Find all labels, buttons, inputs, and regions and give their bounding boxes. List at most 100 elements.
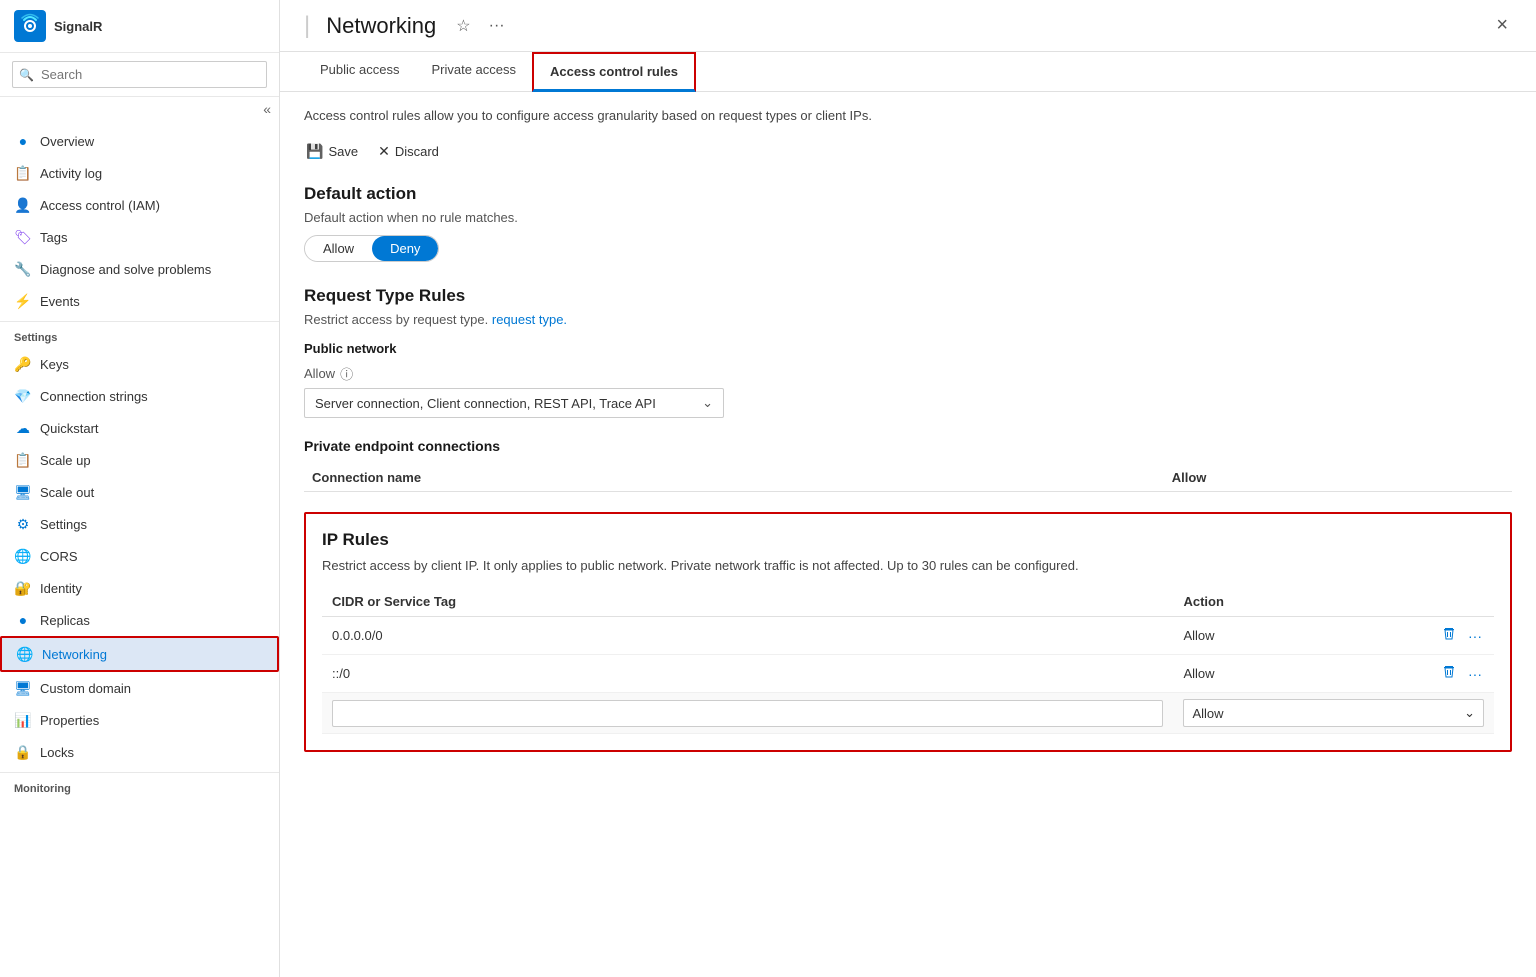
new-cidr-input[interactable] <box>332 700 1163 727</box>
signalr-logo <box>14 10 46 42</box>
sidebar-item-locks[interactable]: 🔒 Locks <box>0 736 279 768</box>
sidebar-item-label: Events <box>40 294 80 309</box>
allow-toggle-button[interactable]: Allow <box>305 236 372 261</box>
default-action-toggle: Allow Deny <box>304 235 439 262</box>
main-panel: | Networking ☆ ··· × Public access Priva… <box>280 0 1536 977</box>
chevron-down-icon: ⌄ <box>702 395 713 411</box>
sidebar-header: SignalR <box>0 0 279 53</box>
scale-out-icon: 🖥 <box>14 483 32 501</box>
tab-private-access[interactable]: Private access <box>415 52 532 91</box>
discard-icon: ✕ <box>378 143 390 160</box>
sidebar: SignalR 🔍 « ● Overview 📋 Activity log 👤 … <box>0 0 280 977</box>
sidebar-item-events[interactable]: ⚡ Events <box>0 285 279 317</box>
close-button[interactable]: × <box>1492 10 1512 41</box>
sidebar-item-properties[interactable]: 📊 Properties <box>0 704 279 736</box>
allow-label: Allow ⓘ <box>304 364 1512 383</box>
sidebar-item-label: Locks <box>40 745 74 760</box>
sidebar-item-quickstart[interactable]: ☁ Quickstart <box>0 412 279 444</box>
search-input[interactable] <box>12 61 267 88</box>
default-action-title: Default action <box>304 184 1512 204</box>
sidebar-item-label: Diagnose and solve problems <box>40 262 211 277</box>
sidebar-item-custom-domain[interactable]: 🖥 Custom domain <box>0 672 279 704</box>
tags-icon: 🏷 <box>14 228 32 246</box>
ip-rules-description: Restrict access by client IP. It only ap… <box>322 558 1494 573</box>
sidebar-item-scale-out[interactable]: 🖥 Scale out <box>0 476 279 508</box>
save-button[interactable]: 💾 Save <box>304 139 360 164</box>
diagnose-icon: 🔧 <box>14 260 32 278</box>
sidebar-item-label: Access control (IAM) <box>40 198 160 213</box>
sidebar-item-label: Tags <box>40 230 67 245</box>
favorite-button[interactable]: ☆ <box>452 12 474 40</box>
replicas-icon: ● <box>14 611 32 629</box>
new-action-dropdown[interactable]: Allow ⌄ <box>1183 699 1484 727</box>
ip-cidr-value: 0.0.0.0/0 <box>322 617 1173 655</box>
quickstart-icon: ☁ <box>14 419 32 437</box>
page-title: Networking <box>326 13 436 39</box>
discard-label: Discard <box>395 144 439 159</box>
sidebar-item-identity[interactable]: 🔐 Identity <box>0 572 279 604</box>
sidebar-item-access-control[interactable]: 👤 Access control (IAM) <box>0 189 279 221</box>
sidebar-item-label: Keys <box>40 357 69 372</box>
sidebar-item-label: Quickstart <box>40 421 99 436</box>
request-type-dropdown[interactable]: Server connection, Client connection, RE… <box>304 388 724 418</box>
delete-row-button[interactable] <box>1440 663 1458 684</box>
tab-public-access[interactable]: Public access <box>304 52 415 91</box>
ip-col-action: Action <box>1173 587 1414 617</box>
connection-strings-icon: 💎 <box>14 387 32 405</box>
sidebar-item-replicas[interactable]: ● Replicas <box>0 604 279 636</box>
sidebar-item-label: Replicas <box>40 613 90 628</box>
row-actions: ··· <box>1424 663 1484 684</box>
request-type-rules-title: Request Type Rules <box>304 286 1512 306</box>
table-row: ::/0 Allow <box>322 655 1494 693</box>
monitoring-section-label: Monitoring <box>0 772 279 799</box>
sidebar-item-label: Networking <box>42 647 107 662</box>
deny-toggle-button[interactable]: Deny <box>372 236 438 261</box>
settings-icon: ⚙ <box>14 515 32 533</box>
pe-col-connection-name: Connection name <box>304 464 1164 492</box>
sidebar-item-label: Custom domain <box>40 681 131 696</box>
header-divider: | <box>304 12 310 40</box>
discard-button[interactable]: ✕ Discard <box>376 139 441 164</box>
sidebar-item-label: Scale out <box>40 485 94 500</box>
sidebar-item-label: Properties <box>40 713 99 728</box>
tab-access-control-rules[interactable]: Access control rules <box>532 52 696 92</box>
sidebar-item-label: Scale up <box>40 453 91 468</box>
tabs-bar: Public access Private access Access cont… <box>280 52 1536 92</box>
more-row-button[interactable]: ··· <box>1466 626 1484 646</box>
delete-row-button[interactable] <box>1440 625 1458 646</box>
add-ip-row: Allow ⌄ <box>322 693 1494 734</box>
ip-col-cidr: CIDR or Service Tag <box>322 587 1173 617</box>
main-header: | Networking ☆ ··· × <box>280 0 1536 52</box>
more-row-button[interactable]: ··· <box>1466 664 1484 684</box>
sidebar-item-tags[interactable]: 🏷 Tags <box>0 221 279 253</box>
overview-icon: ● <box>14 132 32 150</box>
sidebar-item-activity-log[interactable]: 📋 Activity log <box>0 157 279 189</box>
keys-icon: 🔑 <box>14 355 32 373</box>
networking-icon: 🌐 <box>16 645 34 663</box>
sidebar-item-settings[interactable]: ⚙ Settings <box>0 508 279 540</box>
sidebar-item-label: Overview <box>40 134 94 149</box>
sidebar-item-connection-strings[interactable]: 💎 Connection strings <box>0 380 279 412</box>
ip-action-value: Allow <box>1173 617 1414 655</box>
collapse-sidebar-button[interactable]: « <box>263 101 271 117</box>
new-action-value: Allow <box>1192 706 1223 721</box>
more-options-button[interactable]: ··· <box>485 13 509 39</box>
ip-action-value: Allow <box>1173 655 1414 693</box>
app-name: SignalR <box>54 19 102 34</box>
sidebar-item-diagnose[interactable]: 🔧 Diagnose and solve problems <box>0 253 279 285</box>
save-label: Save <box>328 144 358 159</box>
sidebar-item-label: CORS <box>40 549 78 564</box>
private-endpoint-table: Connection name Allow <box>304 464 1512 492</box>
ip-rules-table: CIDR or Service Tag Action 0.0.0.0/0 All… <box>322 587 1494 734</box>
sidebar-nav: ● Overview 📋 Activity log 👤 Access contr… <box>0 121 279 977</box>
dropdown-value: Server connection, Client connection, RE… <box>315 396 656 411</box>
request-type-link[interactable]: request type. <box>492 312 567 327</box>
sidebar-item-scale-up[interactable]: 📋 Scale up <box>0 444 279 476</box>
sidebar-item-networking[interactable]: 🌐 Networking <box>0 636 279 672</box>
sidebar-item-cors[interactable]: 🌐 CORS <box>0 540 279 572</box>
ip-rules-section: IP Rules Restrict access by client IP. I… <box>304 512 1512 752</box>
sidebar-item-keys[interactable]: 🔑 Keys <box>0 348 279 380</box>
activity-log-icon: 📋 <box>14 164 32 182</box>
info-icon: ⓘ <box>340 364 353 383</box>
sidebar-item-overview[interactable]: ● Overview <box>0 125 279 157</box>
